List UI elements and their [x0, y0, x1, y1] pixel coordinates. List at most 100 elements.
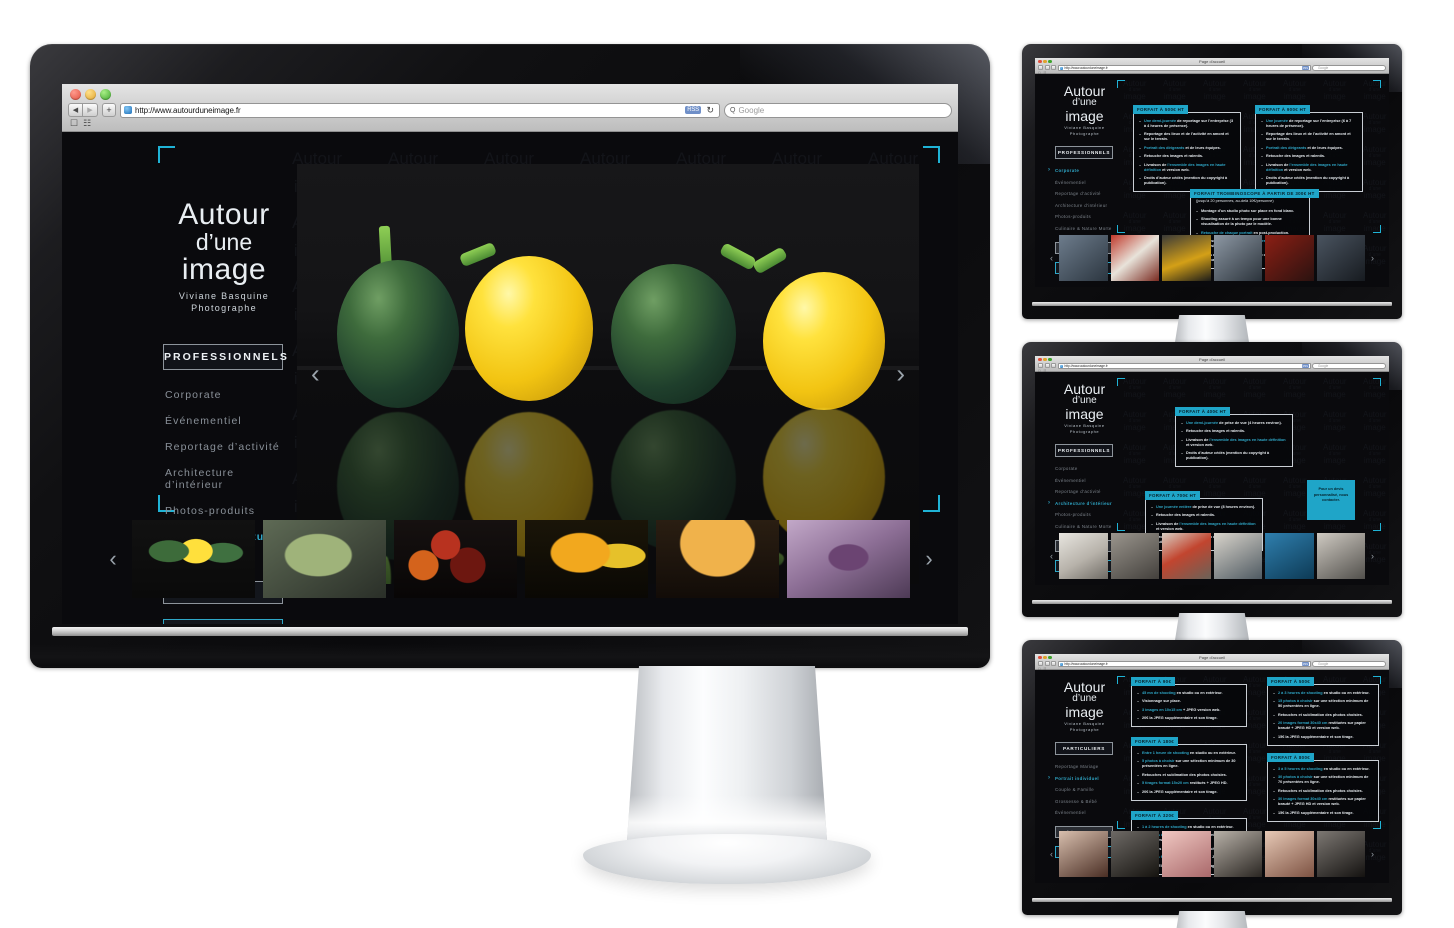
mini-search-input[interactable]: Google [1312, 661, 1386, 667]
address-bar[interactable]: http://www.autourduneimage.fr RSS ↻ [120, 102, 720, 118]
mini-forward-icon[interactable] [1044, 363, 1050, 369]
mini-thumbnail-item[interactable] [1265, 831, 1314, 877]
accueil-button[interactable]: Accueil [163, 619, 283, 624]
reader-icon[interactable]: ☷ [83, 119, 91, 128]
mini-thumbnail-item[interactable] [1213, 831, 1262, 877]
mini-thumbnail-item[interactable] [1316, 533, 1365, 579]
mini-add-icon[interactable] [1051, 363, 1056, 369]
hero-next-arrow[interactable]: › [896, 359, 905, 390]
thumbs-next-arrow[interactable]: › [918, 546, 940, 572]
logo-line-1: Autour [178, 198, 270, 231]
mini-sidebar-item-2[interactable]: › Portrait individuel [1048, 775, 1113, 781]
thumbs-prev-arrow[interactable]: ‹ [102, 546, 124, 572]
mini-address-bar[interactable]: http://www.autourduneimage.fr [1057, 65, 1311, 71]
mini-sidebar-item-4[interactable]: Grossesse & Bébé [1055, 799, 1113, 804]
mini-forward-icon[interactable] [1044, 65, 1050, 71]
mini-thumbnail-item[interactable] [1265, 533, 1314, 579]
mini-sidebar-item-3[interactable]: Couple & Famille [1055, 787, 1113, 792]
mini-sidebar-item-1[interactable]: › Corporate [1048, 167, 1113, 173]
sidebar-item-3[interactable]: Reportage d’activité [163, 441, 283, 453]
contact-callout[interactable]: Pour un devis personnalisé, nous contact… [1307, 480, 1355, 520]
mini-thumbs-next-arrow[interactable]: › [1368, 253, 1377, 263]
back-icon[interactable]: ◀ [68, 103, 83, 117]
mini-sidebar-item-4[interactable]: Architecture d’intérieur [1055, 203, 1113, 208]
mini-back-icon[interactable] [1038, 363, 1043, 369]
thumbnail-item[interactable] [263, 520, 386, 598]
sidebar-item-4[interactable]: Architecture d’intérieur [163, 467, 283, 491]
mini-sidebar-item-1[interactable]: Reportage Mariage [1055, 764, 1113, 769]
sidebar-item-1[interactable]: Corporate [163, 389, 283, 401]
mini-thumbs-prev-arrow[interactable]: ‹ [1047, 551, 1056, 561]
mini-thumbnail-item[interactable] [1059, 235, 1108, 281]
mini-sidebar-item-4[interactable]: › Architecture d’intérieur [1048, 500, 1113, 506]
mini-sidebar-item-5[interactable]: Événementiel [1055, 810, 1113, 815]
sidebar-item-5[interactable]: Photos-produits [163, 505, 283, 517]
mini-search-input[interactable]: Google [1312, 363, 1386, 369]
mini-thumbnail-item[interactable] [1213, 533, 1262, 579]
thumbnail-item[interactable] [787, 520, 910, 598]
mini-add-icon[interactable] [1051, 661, 1056, 667]
mini-thumbs-prev-arrow[interactable]: ‹ [1047, 253, 1056, 263]
category-heading[interactable]: PROFESSIONNELS [163, 344, 287, 370]
mini-thumbnail-item[interactable] [1265, 235, 1314, 281]
mini-back-icon[interactable] [1038, 65, 1043, 71]
thumbnail-item[interactable] [132, 520, 255, 598]
rss-badge[interactable]: RSS [685, 105, 701, 114]
mini-category-heading[interactable]: PROFESSIONNELS [1055, 444, 1113, 457]
window-controls[interactable] [70, 89, 111, 100]
mini-address-bar[interactable]: http://www.autourduneimage.fr [1057, 661, 1311, 667]
mini-thumbs-prev-arrow[interactable]: ‹ [1047, 849, 1056, 859]
mini-thumbnail-item[interactable] [1059, 533, 1108, 579]
forward-icon[interactable]: ▶ [83, 103, 98, 117]
mini-thumbnail-item[interactable] [1110, 831, 1159, 877]
mini-thumbnail-item[interactable] [1316, 235, 1365, 281]
mini-sidebar-item-2[interactable]: Événementiel [1055, 478, 1113, 483]
mini-sidebar-item-3[interactable]: Reportage d’activité [1055, 191, 1113, 196]
mini-sidebar-item-1[interactable]: Corporate [1055, 466, 1113, 471]
search-input[interactable]: Q Google [724, 102, 952, 118]
minimize-icon[interactable] [85, 89, 96, 100]
mini-site-logo[interactable]: Autour d’une image Viviane Basquine Photogra… [1056, 382, 1113, 434]
mini-rss-badge[interactable]: RSS [1301, 66, 1309, 70]
bookmarks-icon[interactable]: ☐ [70, 119, 78, 128]
mini-sidebar-item-5[interactable]: Photos-produits [1055, 214, 1113, 219]
mini-thumbnail-item[interactable] [1059, 831, 1108, 877]
logo-line-2: d’une [195, 229, 253, 255]
sidebar-item-2[interactable]: Événementiel [163, 415, 283, 427]
mini-sidebar-item-3[interactable]: Reportage d’activité [1055, 489, 1113, 494]
mini-sidebar-item-2[interactable]: Événementiel [1055, 180, 1113, 185]
thumbnail-item[interactable] [525, 520, 648, 598]
mini-sidebar-item-5[interactable]: Photos-produits [1055, 512, 1113, 517]
mini-thumbnail-item[interactable] [1316, 831, 1365, 877]
mini-thumbs-next-arrow[interactable]: › [1368, 551, 1377, 561]
site-logo[interactable]: Autour d’une image Viviane Basquine Phot… [164, 200, 284, 314]
mini-site-logo[interactable]: Autour d’une image Viviane Basquine Photogra… [1056, 680, 1113, 732]
mini-thumbnail-item[interactable] [1213, 235, 1262, 281]
mini-thumbnail-item[interactable] [1110, 235, 1159, 281]
mini-forward-icon[interactable] [1044, 661, 1050, 667]
mini-thumbnail-item[interactable] [1162, 831, 1211, 877]
hero-prev-arrow[interactable]: ‹ [311, 359, 320, 390]
reload-icon[interactable]: ↻ [706, 105, 714, 115]
mini-add-icon[interactable] [1051, 65, 1056, 71]
mini-thumbnail-item[interactable] [1162, 533, 1211, 579]
mini-address-bar[interactable]: http://www.autourduneimage.fr [1057, 363, 1311, 369]
add-bookmark-icon[interactable]: + [102, 103, 116, 117]
mini-search-input[interactable]: Google [1312, 65, 1386, 71]
mini-rss-badge[interactable]: RSS [1301, 364, 1309, 368]
mini-thumbs-next-arrow[interactable]: › [1368, 849, 1377, 859]
thumbnail-item[interactable] [656, 520, 779, 598]
mini-back-icon[interactable] [1038, 661, 1043, 667]
nav-buttons[interactable]: ◀ ▶ [68, 103, 98, 117]
thumbnail-item[interactable] [394, 520, 517, 598]
mini-thumbnail-item[interactable] [1162, 235, 1211, 281]
close-icon[interactable] [70, 89, 81, 100]
mini-rss-badge[interactable]: RSS [1301, 662, 1309, 666]
mini-sidebar-item-6[interactable]: Culinaire & Nature Morte [1055, 524, 1113, 529]
mini-category-heading[interactable]: PARTICULIERS [1055, 742, 1113, 755]
mini-category-heading[interactable]: PROFESSIONNELS [1055, 146, 1113, 159]
mini-thumbnail-item[interactable] [1110, 533, 1159, 579]
zoom-icon[interactable] [100, 89, 111, 100]
mini-sidebar-item-6[interactable]: Culinaire & Nature Morte [1055, 226, 1113, 231]
mini-site-logo[interactable]: Autour d’une image Viviane Basquine Photogra… [1056, 84, 1113, 136]
